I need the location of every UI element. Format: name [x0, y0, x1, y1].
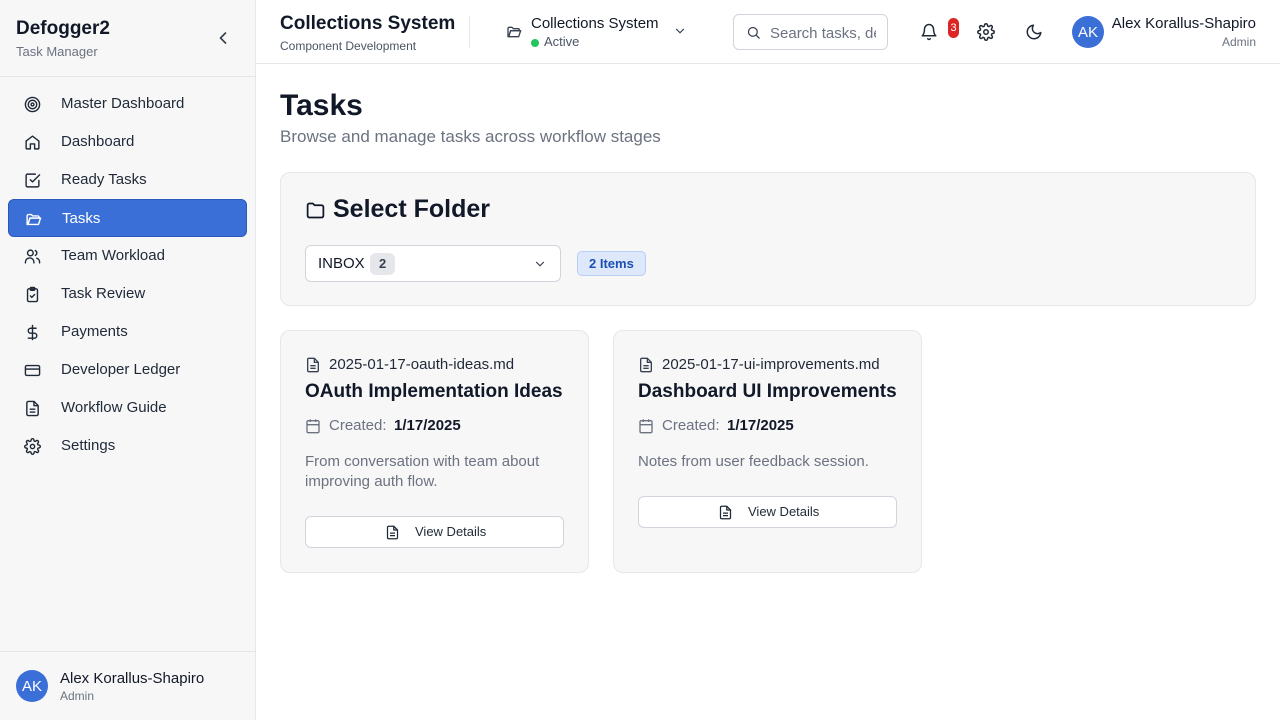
folder-count-badge: 2	[370, 253, 396, 275]
file-icon	[638, 357, 654, 373]
gear-icon	[24, 438, 41, 455]
home-icon	[24, 134, 41, 151]
user-name: Alex Korallus-Shapiro	[60, 670, 205, 687]
sidebar-item-settings[interactable]: Settings	[8, 427, 247, 465]
file-icon	[305, 357, 321, 373]
sidebar-item-label: Team Workload	[61, 247, 165, 264]
task-filename: 2025-01-17-oauth-ideas.md	[329, 356, 515, 373]
sidebar-item-developer-ledger[interactable]: Developer Ledger	[8, 351, 247, 389]
chevron-down-icon	[533, 257, 547, 271]
document-icon	[385, 525, 400, 540]
brand-title: Defogger2	[16, 18, 110, 39]
moon-icon	[1026, 24, 1042, 40]
view-details-label: View Details	[415, 524, 487, 539]
sidebar-item-label: Settings	[61, 437, 116, 454]
status-dot	[531, 39, 539, 47]
created-label: Created:	[662, 417, 720, 434]
view-details-button[interactable]: View Details	[638, 496, 897, 528]
calendar-icon	[638, 418, 654, 434]
sidebar-item-label: Dashboard	[61, 133, 135, 150]
sidebar-item-task-review[interactable]: Task Review	[8, 275, 247, 313]
settings-button[interactable]	[977, 23, 995, 41]
notifications-button[interactable]	[920, 23, 938, 41]
bell-icon	[921, 23, 937, 41]
target-icon	[24, 96, 41, 113]
brand: Defogger2 Task Manager	[0, 0, 255, 77]
user-role: Admin	[1221, 35, 1256, 49]
sidebar-item-label: Master Dashboard	[61, 95, 185, 112]
header-subtitle: Component Development	[280, 39, 417, 53]
top-header: Collections System Component Development…	[256, 0, 1280, 64]
sidebar-item-dashboard[interactable]: Dashboard	[8, 123, 247, 161]
task-description: From conversation with team about improv…	[305, 453, 540, 490]
task-title: Dashboard UI Improvements	[638, 381, 897, 402]
sidebar-item-label: Task Review	[61, 285, 146, 302]
task-filename: 2025-01-17-ui-improvements.md	[662, 356, 880, 373]
clipboard-check-icon	[24, 286, 41, 303]
sidebar-item-ready-tasks[interactable]: Ready Tasks	[8, 161, 247, 199]
sidebar-nav: Master Dashboard Dashboard Ready Tasks T…	[8, 85, 247, 465]
page-title: Tasks	[280, 89, 363, 122]
dollar-icon	[24, 324, 41, 341]
task-card: 2025-01-17-ui-improvements.md Dashboard …	[613, 330, 922, 573]
sidebar-item-tasks[interactable]: Tasks	[8, 199, 247, 237]
task-title: OAuth Implementation Ideas	[305, 381, 563, 402]
sidebar: Defogger2 Task Manager Master Dashboard …	[0, 0, 256, 720]
created-label: Created:	[329, 417, 387, 434]
chevron-down-icon	[673, 24, 687, 38]
document-icon	[718, 505, 733, 520]
brand-subtitle: Task Manager	[16, 44, 98, 59]
folder-open-icon	[506, 24, 522, 40]
sidebar-item-label: Tasks	[62, 210, 101, 227]
chevron-left-icon	[219, 32, 227, 44]
user-name: Alex Korallus-Shapiro	[1111, 15, 1256, 32]
items-count-badge: 2 Items	[577, 251, 646, 276]
task-card: 2025-01-17-oauth-ideas.md OAuth Implemen…	[280, 330, 589, 573]
folder-select[interactable]: INBOX 2	[305, 245, 561, 282]
credit-card-icon	[24, 362, 41, 379]
task-description: Notes from user feedback session.	[638, 453, 869, 470]
header-divider	[469, 16, 470, 48]
folder-icon	[305, 200, 326, 221]
search-input[interactable]	[770, 22, 876, 44]
notification-badge: 3	[948, 18, 959, 38]
search-box[interactable]	[733, 14, 888, 50]
sidebar-item-team-workload[interactable]: Team Workload	[8, 237, 247, 275]
sidebar-item-payments[interactable]: Payments	[8, 313, 247, 351]
users-icon	[24, 248, 41, 265]
sidebar-item-label: Ready Tasks	[61, 171, 147, 188]
folder-panel: Select Folder INBOX 2 2 Items	[280, 172, 1256, 306]
project-status: Active	[544, 34, 580, 49]
user-role: Admin	[60, 689, 95, 703]
sidebar-item-label: Developer Ledger	[61, 361, 181, 378]
page-subtitle: Browse and manage tasks across workflow …	[280, 127, 661, 146]
collapse-sidebar-button[interactable]	[213, 28, 233, 48]
calendar-icon	[305, 418, 321, 434]
sidebar-item-label: Workflow Guide	[61, 399, 167, 416]
project-switcher[interactable]: Collections System Active	[506, 10, 690, 54]
created-date: 1/17/2025	[727, 417, 794, 434]
view-details-button[interactable]: View Details	[305, 516, 564, 548]
project-name: Collections System	[531, 15, 659, 32]
theme-toggle-button[interactable]	[1025, 23, 1043, 41]
check-square-icon	[24, 172, 41, 189]
avatar[interactable]: AK	[1072, 16, 1104, 48]
header-title: Collections System	[280, 13, 456, 34]
document-icon	[24, 400, 41, 417]
folder-panel-title: Select Folder	[333, 195, 490, 223]
folder-open-icon	[25, 211, 42, 228]
created-date: 1/17/2025	[394, 417, 461, 434]
search-icon	[746, 25, 761, 40]
sidebar-user[interactable]: AK Alex Korallus-Shapiro Admin	[0, 651, 255, 720]
sidebar-item-label: Payments	[61, 323, 128, 340]
sidebar-item-master-dashboard[interactable]: Master Dashboard	[8, 85, 247, 123]
sidebar-item-workflow-guide[interactable]: Workflow Guide	[8, 389, 247, 427]
gear-icon	[977, 23, 995, 41]
avatar: AK	[16, 670, 48, 702]
view-details-label: View Details	[748, 504, 820, 519]
selected-folder: INBOX	[318, 255, 365, 272]
